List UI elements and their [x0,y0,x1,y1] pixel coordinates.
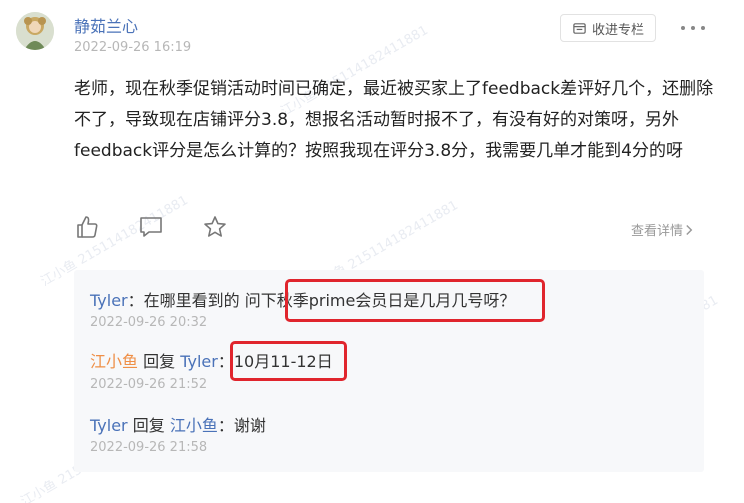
star-icon[interactable] [202,214,228,240]
more-icon[interactable] [681,18,705,38]
collect-icon [573,22,586,34]
highlight-box [230,341,347,381]
post-text: 老师，现在秋季促销活动时间已确定，最近被买家上了feedback差评好几个，还删… [74,79,714,161]
collect-label: 收进专栏 [591,22,644,38]
reply-to-user[interactable]: 江小鱼 [170,416,218,435]
avatar-image [16,12,54,50]
comment-time: 2022-09-26 20:32 [90,315,208,330]
comment-time: 2022-09-26 21:58 [90,440,208,455]
comment-user[interactable]: Tyler [90,291,128,310]
author-name[interactable]: 静茹兰心 [74,13,138,37]
post-time: 2022-09-26 16:19 [74,40,192,55]
comment-user[interactable]: 江小鱼 [90,352,138,371]
view-details-link[interactable]: 查看详情 [631,220,694,239]
comment-time: 2022-09-26 21:52 [90,377,208,392]
comment-text: 谢谢 [233,416,266,435]
comment-separator: ： [127,291,144,310]
reply-to-user[interactable]: Tyler [180,352,218,371]
reply-word: 回复 [143,352,176,371]
avatar[interactable] [16,12,54,50]
comment-icon[interactable] [138,214,164,240]
comment-user[interactable]: Tyler [90,416,128,435]
chevron-right-icon [686,224,693,235]
collect-button[interactable]: 收进专栏 [560,14,656,42]
post-card: 江小鱼 2151141824118​81 江小鱼 2151141824118​8… [0,0,744,503]
like-icon[interactable] [74,214,100,240]
highlight-box [285,279,545,322]
view-details-label: 查看详情 [631,224,684,239]
reply-word: 回复 [132,416,165,435]
comment-line: Tyler 回复 江小鱼：谢谢 [90,412,266,436]
comment-separator: ： [217,416,234,435]
post-actions [74,214,228,240]
